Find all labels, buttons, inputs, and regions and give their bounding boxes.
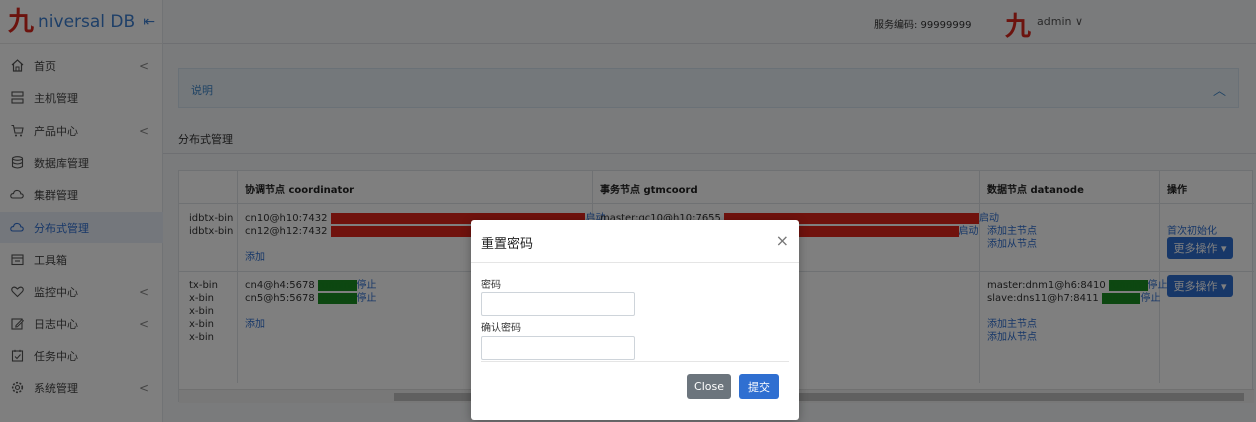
close-icon[interactable]: ×: [776, 231, 789, 250]
password-input[interactable]: [481, 292, 635, 316]
dialog-divider: [481, 361, 789, 362]
dialog-title: 重置密码: [481, 237, 534, 252]
dialog-divider: [471, 262, 799, 263]
submit-button[interactable]: 提交: [739, 374, 779, 399]
confirm-password-label: 确认密码: [481, 323, 521, 334]
password-label: 密码: [481, 280, 501, 291]
confirm-password-input[interactable]: [481, 336, 635, 360]
reset-password-dialog: 重置密码 × 密码 确认密码 Close 提交: [471, 220, 799, 420]
close-button[interactable]: Close: [687, 374, 731, 399]
